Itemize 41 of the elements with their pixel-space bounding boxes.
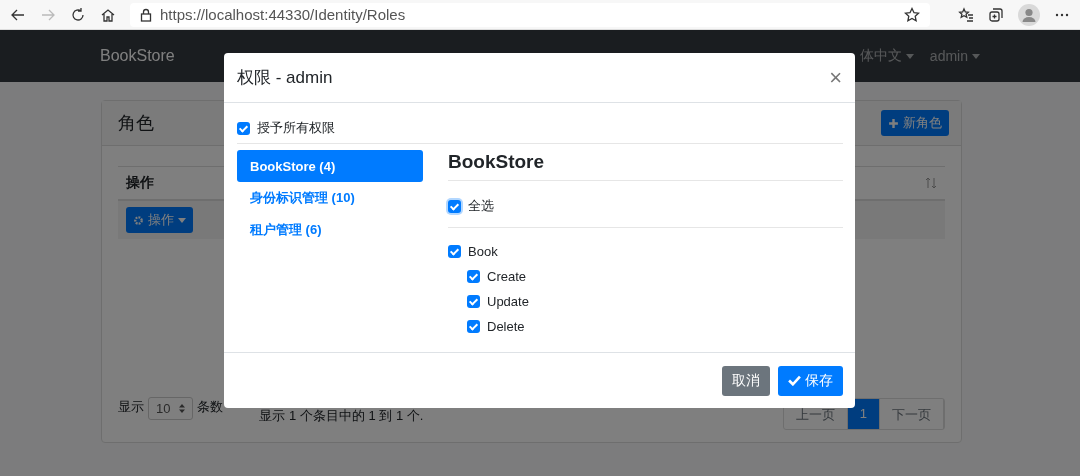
star-icon[interactable] [904,6,920,23]
group-tab[interactable]: 租户管理 (6) [237,214,423,246]
plus-icon [888,117,899,129]
save-button[interactable]: 保存 [778,365,843,396]
brand-link[interactable]: BookStore [100,47,175,65]
check-icon [788,375,801,386]
card-title: 角色 [118,112,154,135]
favorites-icon[interactable] [958,6,974,23]
checkbox[interactable] [237,121,250,135]
checkbox[interactable] [467,269,480,283]
close-button[interactable]: × [829,66,842,89]
avatar-icon[interactable] [1018,3,1040,26]
permission-label: Update [487,293,529,309]
page-size-label: 条数 [197,398,224,416]
page-size-select[interactable]: 10 [148,397,194,420]
checkbox[interactable] [467,319,480,333]
spinner-arrows-icon [179,404,186,413]
actions-dropdown[interactable]: 操作 [126,207,193,233]
sort-icon[interactable] [925,177,937,189]
checkbox[interactable] [467,294,480,308]
permission-label: Create [487,268,527,284]
column-header[interactable]: 操作 [126,174,154,192]
checkbox[interactable] [448,199,461,213]
new-role-button[interactable]: 新角色 [881,110,949,136]
table-info: 显示 1 个条目中的 1 到 1 个. [259,407,424,425]
page-size-label: 显示 [118,398,144,416]
grant-all-label: 授予所有权限 [257,119,335,137]
permission-label: Delete [487,318,525,334]
caret-icon [178,217,186,223]
checkbox[interactable] [448,244,461,258]
lock-icon [140,7,152,22]
group-tab[interactable]: BookStore (4) [237,150,423,182]
cancel-button[interactable]: 取消 [722,365,770,396]
permission-label: Book [468,243,498,259]
pane-title: BookStore [448,150,843,181]
group-tab[interactable]: 身份标识管理 (10) [237,182,423,214]
select-all-label: 全选 [468,197,494,215]
collections-icon[interactable] [988,6,1004,23]
refresh-icon[interactable] [70,6,86,23]
gear-icon [133,214,144,226]
dialog-title: 权限 - admin [237,67,333,89]
